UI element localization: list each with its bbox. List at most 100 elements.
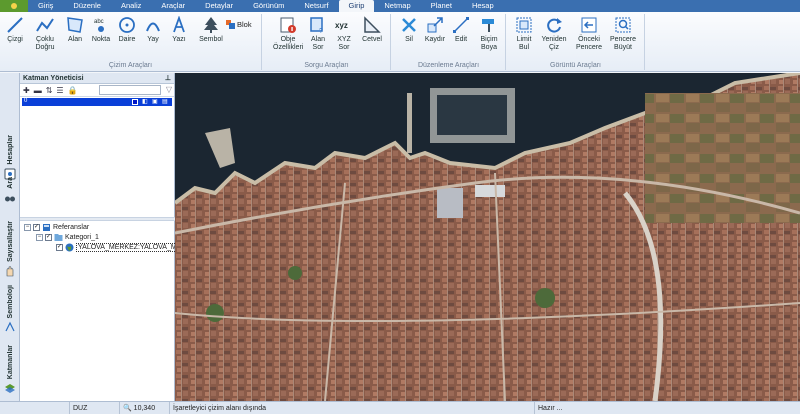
status-cell-blank [0,402,70,414]
object-properties-button[interactable]: Obje Özellikleri [273,16,303,52]
area-button[interactable]: Alan [62,16,88,44]
ruler-button[interactable]: Cetvel [359,16,385,44]
layers-icon [5,384,15,394]
line-icon [6,16,24,34]
status-bar: DUZ 🔍 10,340 İşaretleyici çizim alanı dı… [0,401,800,414]
layer-index: 0 [24,98,28,104]
map-canvas[interactable] [175,73,800,401]
zoom-window-button[interactable]: Pencere Büyüt [607,16,639,52]
text-icon [170,15,188,34]
arc-button[interactable]: Yay [140,16,166,44]
remove-layer-icon[interactable]: ▬ [34,86,42,95]
circle-button[interactable]: Daire [114,16,140,44]
app-menu-button[interactable] [0,0,28,12]
side-tab-search[interactable]: Ara [2,177,18,204]
layer-lock-icon[interactable]: ▣ [152,98,158,105]
svg-text:abc: abc [94,19,104,25]
delete-button[interactable]: Sil [396,16,422,44]
text-button[interactable]: Yazı [166,15,192,44]
sort-layers-icon[interactable]: ⇅ [46,86,53,95]
category-checkbox[interactable]: ✓ [45,234,52,241]
tree-symbol-icon [202,16,220,34]
add-layer-icon[interactable]: ✚ [23,86,30,95]
references-checkbox[interactable]: ✓ [33,224,40,231]
collapse-icon[interactable]: − [36,234,43,241]
redraw-button[interactable]: Yeniden Çiz [539,16,569,52]
xyz-query-button[interactable]: xyz XYZ Sor [331,16,357,52]
tree-node-references[interactable]: − ✓ Referanslar [24,223,89,232]
query-tools-group: Obje Özellikleri ? Alan Sor xyz XYZ Sor … [263,14,391,70]
status-zoom: 🔍 10,340 [120,402,170,414]
svg-text:xyz: xyz [335,21,348,30]
selected-layer-row[interactable]: 0 ◧ ▣ ▤ [22,98,172,106]
format-paint-button[interactable]: Biçim Boya [476,16,502,52]
tab-araclar[interactable]: Araçlar [151,0,195,12]
panel-title: Katman Yöneticisi ⊥ [20,73,174,84]
drawing-tools-label: Çizim Araçları [108,62,153,69]
tab-analiz[interactable]: Analiz [111,0,151,12]
properties-icon[interactable]: ☰ [56,86,63,95]
tab-giris[interactable]: Giriş [28,0,63,12]
point-icon: abc [92,16,110,34]
status-mode: DUZ [70,402,120,414]
side-tab-strip: Hesaplar Ara Sayısallaştır Semboloji Kat… [0,73,20,401]
previous-window-button[interactable]: Önceki Pencere [573,16,605,52]
symbology-icon [5,322,15,332]
collapse-icon[interactable]: − [24,224,31,231]
edit-icon [452,16,470,34]
query-tools-label: Sorgu Araçları [304,62,349,69]
tab-gorunum[interactable]: Görünüm [243,0,294,12]
view-tools-label: Görüntü Araçları [550,62,601,69]
tab-hesap[interactable]: Hesap [462,0,504,12]
panel-splitter[interactable] [20,217,175,221]
tree-node-raster[interactable]: ✓ YALOVA_MERKEZ:YALOVA_MI [56,243,181,252]
ruler-icon [363,16,381,34]
arc-icon [144,16,162,34]
xyz-icon: xyz [335,16,353,34]
block-button[interactable]: Blok [226,20,252,29]
refresh-icon [545,16,563,34]
edit-button[interactable]: Edit [448,16,474,44]
area-query-button[interactable]: ? Alan Sor [305,16,331,52]
layer-visibility-icon[interactable]: ◧ [142,98,148,105]
paint-brush-icon [480,16,498,34]
symbol-button[interactable]: Sembol [196,16,226,44]
previous-window-icon [580,16,598,34]
layer-color-swatch[interactable] [132,99,138,105]
gis-application: Giriş Düzenle Analiz Araçlar Detaylar Gö… [0,0,800,414]
status-ready: Hazır ... [538,405,563,412]
polyline-icon [36,16,54,34]
side-tab-digitize[interactable]: Sayısallaştır [2,221,18,277]
tab-girip[interactable]: Girip [338,0,375,12]
view-tools-group: Limit Bul Yeniden Çiz Önceki Pencere Pen… [507,14,645,70]
side-tab-accounts[interactable]: Hesaplar [2,135,18,180]
filter-icon[interactable]: ▽ [166,85,172,94]
pin-icon[interactable]: ⊥ [165,73,171,84]
layer-print-icon[interactable]: ▤ [162,98,168,105]
tab-netmap[interactable]: Netmap [374,0,420,12]
raster-checkbox[interactable]: ✓ [56,244,63,251]
layer-manager-panel: Katman Yöneticisi ⊥ ✚ ▬ ⇅ ☰ 🔒 ▽ 0 ◧ ▣ ▤ … [20,73,181,401]
zoom-icon: 🔍 [123,405,132,412]
move-button[interactable]: Kaydır [422,16,448,44]
zoom-extents-button[interactable]: Limit Bul [511,16,537,52]
tab-netsurf[interactable]: Netsurf [294,0,338,12]
circle-icon [118,16,136,34]
point-button[interactable]: abc Nokta [88,16,114,44]
tab-duzenle[interactable]: Düzenle [63,0,111,12]
tab-planet[interactable]: Planet [421,0,462,12]
line-button[interactable]: Çizgi [2,16,28,44]
side-tab-layers[interactable]: Katmanlar [2,345,18,394]
polyline-button[interactable]: Çoklu Doğru [30,16,60,52]
lock-icon[interactable]: 🔒 [68,86,78,95]
layer-search-input[interactable] [99,85,161,95]
tab-detaylar[interactable]: Detaylar [195,0,243,12]
drawing-tools-group: Çizgi Çoklu Doğru Alan abc Nokta Daire Y… [0,14,262,70]
area-query-icon: ? [309,16,327,35]
side-tab-symbology[interactable]: Semboloji [2,285,18,333]
zoom-window-icon [614,16,632,34]
tree-node-category[interactable]: − ✓ Kategori_1 [36,233,99,242]
editing-tools-group: Sil Kaydır Edit Biçim Boya Düzenleme Ara… [392,14,506,70]
binoculars-icon [5,196,15,202]
aerial-image [175,73,800,401]
